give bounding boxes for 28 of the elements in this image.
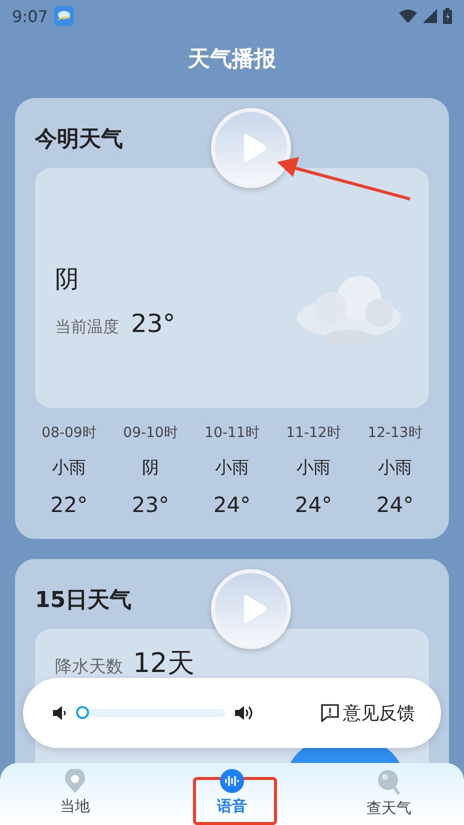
feedback-button[interactable]: 意见反馈 [321, 701, 415, 725]
hour-time: 09-10时 [123, 424, 178, 442]
status-time: 9:07 [12, 6, 48, 26]
hour-temp: 24° [376, 493, 414, 517]
hour-temp: 24° [213, 493, 251, 517]
rain-days-value: 12天 [133, 647, 194, 681]
hour-weather: 小雨 [378, 457, 412, 479]
hour-temp: 24° [294, 493, 332, 517]
nav-tab[interactable]: 语音 [182, 763, 282, 825]
hour-weather: 阴 [142, 457, 159, 479]
page-title: 天气播报 [186, 46, 277, 74]
hour-weather: 小雨 [52, 457, 86, 479]
nav-tab[interactable]: 当地 [25, 763, 125, 825]
card-title: 今明天气 [35, 126, 123, 154]
temp-value: 23° [131, 309, 176, 338]
hour-temp: 22° [50, 493, 88, 517]
hour-time: 10-11时 [204, 424, 260, 442]
card-title: 15日天气 [35, 587, 132, 615]
hour-weather: 小雨 [296, 457, 330, 479]
hour-time: 11-12时 [286, 424, 341, 442]
hour-time: 08-09时 [42, 424, 96, 442]
hour-weather: 小雨 [215, 457, 249, 479]
hour-time: 12-13时 [368, 424, 422, 442]
hour-temp: 23° [132, 493, 170, 517]
condition-text: 阴 [55, 264, 80, 295]
rain-days-label: 降水天数 [55, 656, 123, 678]
nav-tab[interactable]: 查天气 [339, 763, 439, 825]
temp-label: 当前温度 [55, 317, 119, 338]
